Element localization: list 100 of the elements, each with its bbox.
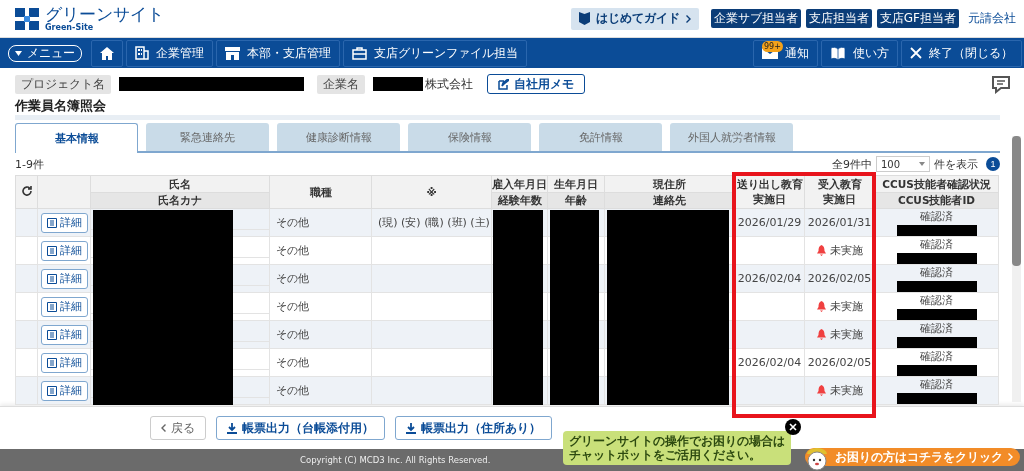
back-button[interactable]: 戻る: [150, 416, 206, 440]
table-cell: 確認済: [920, 265, 953, 280]
tab[interactable]: 免許情報: [539, 123, 662, 151]
chat-bubble-icon[interactable]: [990, 74, 1012, 94]
role-badge: 支店GF担当者: [876, 9, 959, 28]
column-header: 経験年数: [492, 191, 547, 208]
list-icon: [46, 245, 57, 256]
detail-button[interactable]: 詳細: [40, 380, 88, 401]
export-button[interactable]: 帳票出力（台帳添付用）: [216, 416, 385, 440]
export-button[interactable]: 帳票出力（住所あり）: [395, 416, 552, 440]
bell-icon: [816, 384, 826, 396]
detail-button[interactable]: 詳細: [40, 324, 88, 345]
status-text: 未実施: [829, 242, 863, 258]
tab[interactable]: 保険情報: [408, 123, 531, 151]
role-badge: 企業サブ担当者: [710, 9, 801, 28]
nav-item[interactable]: 支店グリーンファイル担当: [343, 39, 527, 67]
role-badge: 支店担当者: [805, 9, 872, 28]
column-header: 連絡先: [605, 191, 734, 208]
menu-button[interactable]: メニュー: [8, 44, 82, 62]
detail-button[interactable]: 詳細: [40, 296, 88, 317]
bell-icon: [816, 244, 826, 256]
list-icon: [46, 329, 57, 340]
list-icon: [46, 357, 57, 368]
table-cell: 2026/01/29: [737, 216, 802, 229]
table-cell: その他: [269, 264, 372, 293]
list-icon: [46, 273, 57, 284]
table-cell: その他: [269, 348, 372, 377]
chevron-right-icon: [1008, 453, 1013, 461]
caret-icon: [15, 50, 22, 56]
result-total: 全9件中: [832, 156, 872, 172]
table-cell: 確認済: [920, 321, 953, 336]
table-cell: その他: [269, 208, 372, 237]
shield-icon: [578, 12, 590, 25]
list-icon: [46, 301, 57, 312]
nav-item[interactable]: 使い方: [821, 39, 898, 67]
chevron-right-icon: [685, 14, 691, 23]
result-range: 1-9件: [15, 156, 44, 172]
nav-item[interactable]: 本部・支店管理: [216, 39, 340, 67]
column-header: 生年月日: [553, 176, 599, 192]
list-icon: [46, 385, 57, 396]
table-cell: 2026/01/31: [807, 216, 872, 229]
chevron-left-icon: [161, 424, 166, 432]
nav-item[interactable]: 企業管理: [126, 39, 213, 67]
company-suffix: 株式会社: [425, 75, 473, 93]
refresh-icon[interactable]: [20, 185, 33, 197]
table-cell: その他: [269, 292, 372, 321]
caret-icon: [919, 162, 925, 166]
guide-button[interactable]: はじめてガイド: [570, 7, 699, 30]
status-text: 未実施: [829, 298, 863, 314]
column-header: 実施日: [822, 192, 857, 207]
column-header: 実施日: [752, 192, 787, 207]
home-button[interactable]: [91, 39, 123, 67]
tab[interactable]: 外国人就労者情報: [670, 123, 793, 151]
bell-icon: [816, 300, 826, 312]
page-size-select[interactable]: 100: [876, 156, 930, 172]
edit-icon: [498, 78, 509, 90]
table-cell: 2026/02/04: [737, 356, 802, 369]
close-icon: [910, 47, 922, 59]
column-header: 受入教育: [816, 177, 863, 192]
table-cell: 確認済: [920, 377, 953, 392]
chat-message: チャットボットをご活用ください。: [569, 448, 762, 462]
home-icon: [100, 46, 114, 60]
bell-icon: [816, 328, 826, 340]
tab[interactable]: 緊急連絡先: [146, 123, 269, 151]
table-cell: 確認済: [920, 293, 953, 308]
nav-item[interactable]: 終了（閉じる）: [901, 39, 1022, 67]
copyright-text: Copyright (C) MCD3 Inc. All Rights Reserved.: [300, 455, 491, 465]
download-icon: [406, 422, 416, 434]
status-text: 未実施: [829, 326, 863, 342]
column-header: CCUS技能者確認状況: [881, 176, 992, 192]
close-button[interactable]: [785, 419, 801, 435]
nav-item[interactable]: 99+ 通知: [753, 39, 818, 67]
field-label: プロジェクト名: [15, 74, 111, 94]
column-header: 雇入年月日: [492, 176, 547, 192]
tab[interactable]: 健康診断情報: [277, 123, 400, 151]
scrollbar[interactable]: [1012, 136, 1021, 402]
memo-button[interactable]: 自社用メモ: [487, 74, 585, 94]
column-header: CCUS技能者ID: [875, 191, 998, 208]
detail-button[interactable]: 詳細: [40, 268, 88, 289]
company-type: 元請会社: [968, 10, 1016, 27]
detail-button[interactable]: 詳細: [40, 352, 88, 373]
column-header: 送り出し教育: [735, 177, 804, 192]
table-cell: 2026/02/05: [807, 356, 872, 369]
status-text: 未実施: [829, 382, 863, 398]
table-cell: その他: [269, 376, 372, 405]
close-icon: [789, 423, 797, 431]
field-label: 企業名: [317, 74, 365, 94]
chat-message: グリーンサイトの操作でお困りの場合は: [569, 434, 785, 448]
detail-button[interactable]: 詳細: [40, 240, 88, 261]
column-header: 職種: [308, 184, 333, 200]
page-button[interactable]: 1: [986, 157, 1000, 171]
store-icon: [225, 46, 240, 60]
column-header: ※: [425, 184, 438, 200]
detail-button[interactable]: 詳細: [40, 212, 88, 233]
table-cell: 確認済: [920, 237, 953, 252]
briefcase-icon: [352, 46, 367, 60]
column-header: 現住所: [652, 176, 687, 192]
table-cell: 2026/02/04: [737, 272, 802, 285]
tab[interactable]: 基本情報: [15, 123, 138, 153]
book-icon: [830, 46, 846, 60]
